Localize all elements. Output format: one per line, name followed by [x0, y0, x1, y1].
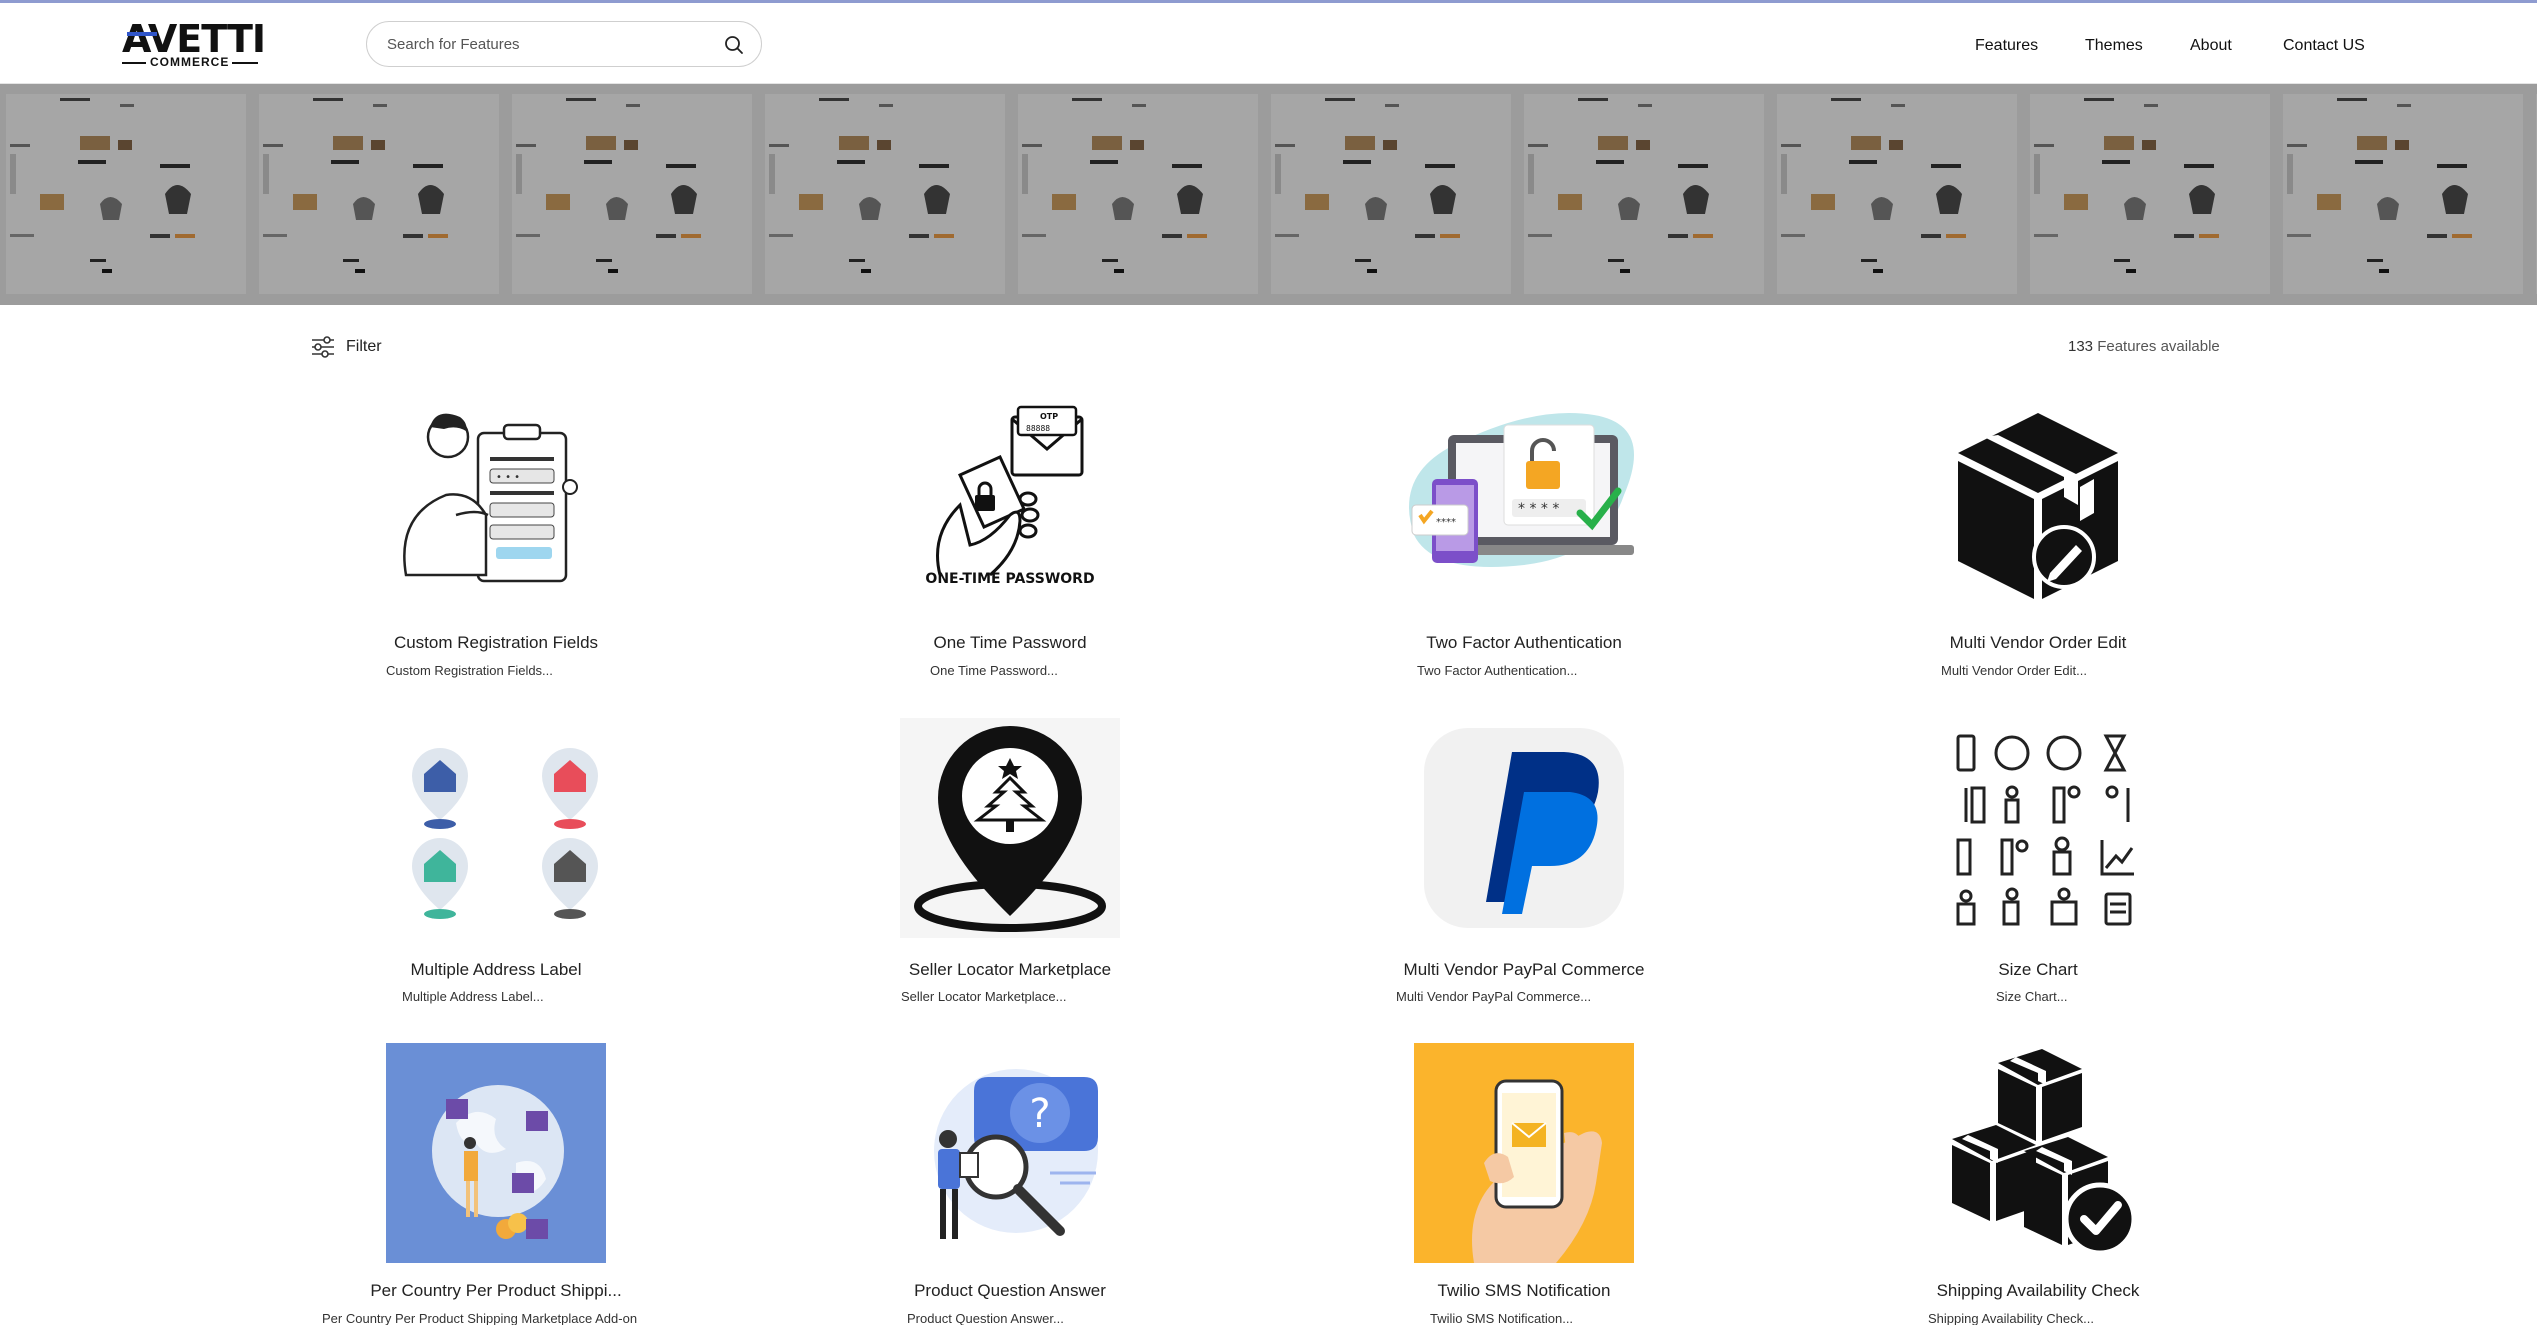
feature-subtitle: Seller Locator Marketplace...	[901, 989, 1067, 1004]
registration-illustration-icon: • • •	[386, 395, 606, 615]
search-icon[interactable]	[723, 34, 745, 56]
filter-sliders-icon	[312, 336, 334, 358]
feature-subtitle: One Time Password...	[930, 663, 1058, 678]
feature-subtitle: Multi Vendor Order Edit...	[1941, 663, 2087, 678]
feature-image	[1928, 395, 2148, 615]
feature-image	[1414, 1043, 1634, 1263]
question-illustration-icon: ?	[900, 1043, 1120, 1263]
address-pins-icon	[386, 718, 606, 938]
feature-image	[1928, 1043, 2148, 1263]
logo-rule-left	[122, 62, 146, 64]
avetti-logo[interactable]: AVETTI COMMERCE	[122, 17, 266, 69]
search-box	[366, 21, 762, 67]
feature-title: Product Question Answer	[914, 1281, 1106, 1300]
feature-image: • • •	[386, 395, 606, 615]
feature-subtitle: Per Country Per Product Shipping Marketp…	[322, 1311, 638, 1325]
feature-image: ?	[900, 1043, 1120, 1263]
feature-subtitle: Multiple Address Label...	[402, 989, 544, 1004]
location-pin-icon	[900, 718, 1120, 938]
feature-subtitle: Shipping Availability Check...	[1928, 1311, 2094, 1325]
feature-subtitle: Custom Registration Fields...	[386, 663, 553, 678]
top-navbar: AVETTI COMMERCE Features Themes About Co…	[0, 3, 2537, 84]
feature-title: Size Chart	[1998, 960, 2078, 979]
otp-illustration-icon: OTP 88888 ONE-TIME PASSWORD	[900, 395, 1120, 615]
box-edit-icon	[1928, 395, 2148, 615]
hero-banner	[0, 84, 2537, 305]
feature-subtitle: Size Chart...	[1996, 989, 2068, 1004]
boxes-check-icon	[1928, 1043, 2148, 1263]
logo-rule-right	[232, 62, 258, 64]
feature-title: Multi Vendor PayPal Commerce	[1403, 960, 1645, 979]
feature-image	[386, 718, 606, 938]
feature-title: Multiple Address Label	[410, 960, 582, 979]
features-count-label: Features available	[2097, 338, 2220, 355]
features-count: 133 Features available	[2068, 338, 2220, 355]
feature-title: Shipping Availability Check	[1936, 1281, 2140, 1300]
filter-label: Filter	[346, 338, 382, 355]
feature-image	[1414, 718, 1634, 938]
feature-title: Per Country Per Product Shippi...	[370, 1281, 622, 1300]
feature-title: Two Factor Authentication	[1426, 633, 1622, 652]
feature-title: Twilio SMS Notification	[1437, 1281, 1611, 1300]
feature-image	[900, 718, 1120, 938]
feature-title: Multi Vendor Order Edit	[1949, 633, 2127, 652]
feature-image: * * * * ****	[1394, 395, 1656, 615]
two-factor-illustration-icon: * * * * ****	[1394, 395, 1656, 615]
banner-pattern-image	[0, 84, 2537, 305]
svg-text:OTP: OTP	[1040, 412, 1058, 421]
global-shipping-illustration-icon	[386, 1043, 606, 1263]
feature-title: Custom Registration Fields	[393, 633, 599, 652]
svg-text:?: ?	[1029, 1091, 1050, 1137]
filter-button[interactable]: Filter	[310, 330, 382, 364]
logo-accent-bar	[127, 32, 157, 36]
svg-text:88888: 88888	[1026, 424, 1050, 433]
search-input[interactable]	[387, 32, 707, 56]
feature-subtitle: Multi Vendor PayPal Commerce...	[1396, 989, 1592, 1004]
feature-image	[386, 1043, 606, 1263]
nav-about[interactable]: About	[2190, 31, 2232, 61]
feature-subtitle: Product Question Answer...	[907, 1311, 1064, 1325]
svg-text:• • •: • • •	[496, 472, 520, 483]
feature-subtitle: Twilio SMS Notification...	[1430, 1311, 1574, 1325]
feature-image	[1928, 718, 2148, 938]
svg-text:****: ****	[1436, 517, 1456, 528]
feature-image: OTP 88888 ONE-TIME PASSWORD	[900, 395, 1120, 615]
size-chart-icons	[1928, 718, 2148, 938]
otp-image-text: ONE-TIME PASSWORD	[925, 571, 1094, 587]
svg-text:* * * *: * * * *	[1518, 501, 1559, 517]
feature-subtitle: Two Factor Authentication...	[1417, 663, 1578, 678]
logo-subtitle: COMMERCE	[150, 55, 230, 69]
sms-phone-illustration-icon	[1414, 1043, 1634, 1263]
feature-title: One Time Password	[933, 633, 1087, 652]
paypal-icon	[1414, 718, 1634, 938]
nav-contact-us[interactable]: Contact US	[2283, 31, 2365, 61]
features-count-number: 133	[2068, 338, 2094, 355]
feature-title: Seller Locator Marketplace	[908, 960, 1112, 979]
nav-features[interactable]: Features	[1975, 31, 2038, 61]
nav-themes[interactable]: Themes	[2085, 31, 2143, 61]
